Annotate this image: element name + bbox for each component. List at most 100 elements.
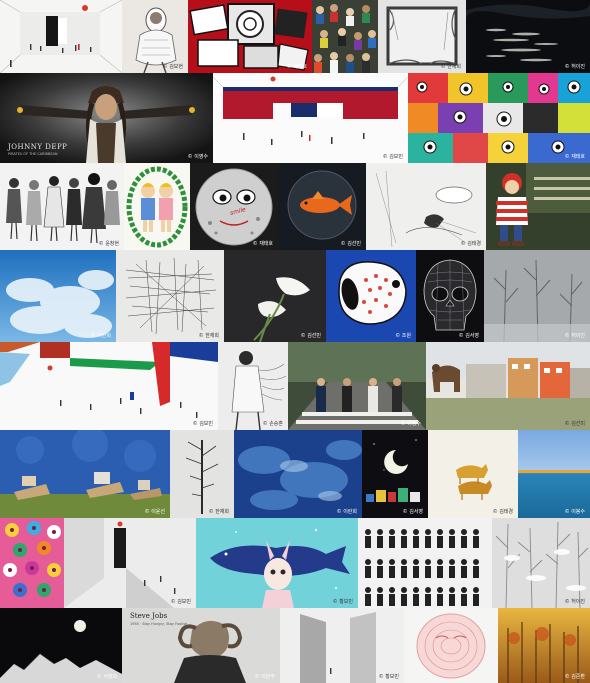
artwork-credit: © 이완주 bbox=[254, 674, 275, 680]
artwork-credit: © 윤창현 bbox=[98, 241, 119, 247]
artwork-tile-fashion-figures[interactable]: © 윤창현 bbox=[0, 163, 124, 250]
artwork-credit: © 이윤선 bbox=[144, 509, 165, 515]
artwork-flower-pattern-image bbox=[0, 518, 64, 608]
artwork-tile-deep-blue[interactable]: © 이란희 bbox=[234, 430, 362, 518]
artwork-tile-pop-faces[interactable]: © 재태호 bbox=[408, 73, 590, 163]
artwork-figure-rows-image bbox=[358, 518, 492, 608]
artwork-credit: © 허이진 bbox=[564, 333, 585, 339]
artwork-credit: © 한재희 bbox=[208, 509, 229, 515]
artwork-tile-crowd[interactable] bbox=[312, 0, 378, 73]
artwork-tile-snow-forest[interactable]: © 허이진 bbox=[492, 518, 590, 608]
artwork-whale-girl-image bbox=[196, 518, 358, 608]
artwork-white-room-image bbox=[0, 0, 122, 73]
artwork-tile-red-collage[interactable]: © 재태호 bbox=[188, 0, 312, 73]
artwork-tile-bird-sketch[interactable]: © 김태경 bbox=[366, 163, 486, 250]
artwork-credit: © 김서영 bbox=[402, 509, 423, 515]
artwork-red-collage-image bbox=[188, 0, 312, 73]
artwork-red-room-image bbox=[213, 73, 408, 163]
artwork-credit: © 재태호 bbox=[564, 154, 585, 160]
artwork-tile-striped-boy[interactable] bbox=[486, 163, 590, 250]
artwork-tile-autumn-forest[interactable]: © 김준환 bbox=[498, 608, 590, 683]
artwork-twins-wreath-image bbox=[124, 163, 190, 250]
artwork-bird-sketch-image bbox=[366, 163, 486, 250]
artwork-crowd-image bbox=[312, 0, 378, 73]
artwork-boats-blue-image bbox=[0, 430, 170, 518]
artwork-tile-calla-lily[interactable]: © 김선민 bbox=[224, 250, 326, 342]
artwork-credit: © 황보민 bbox=[332, 599, 353, 605]
artwork-credit: © 한재희 bbox=[198, 333, 219, 339]
artwork-tile-color-room[interactable]: © 김보민 bbox=[0, 342, 218, 430]
artwork-tile-white-room[interactable] bbox=[0, 0, 122, 73]
artwork-credit: © 재태호 bbox=[286, 64, 307, 70]
artwork-credit: © 김선민 bbox=[340, 241, 361, 247]
artwork-tile-crossing[interactable]: © 이영수 bbox=[288, 342, 426, 430]
artwork-tile-figure-rows[interactable] bbox=[358, 518, 492, 608]
artwork-title-text: JOHNNY DEPP bbox=[8, 143, 68, 151]
artwork-credit: © 김태경 bbox=[460, 241, 481, 247]
artwork-pink-face-image bbox=[404, 608, 498, 683]
artwork-credit: © 김태경 bbox=[492, 509, 513, 515]
artwork-tile-ink-tree[interactable]: © 한재희 bbox=[170, 430, 234, 518]
artwork-credit: © 이란희 bbox=[90, 333, 111, 339]
artwork-crossing-image bbox=[288, 342, 426, 430]
artwork-credit: © 김선미 bbox=[564, 421, 585, 427]
artwork-cartoon-eyes-image bbox=[190, 163, 278, 250]
artwork-tile-horse-houses[interactable]: © 김선미 bbox=[426, 342, 590, 430]
artwork-color-room-image bbox=[0, 342, 218, 430]
artwork-sea-horizon-image bbox=[518, 430, 590, 518]
artwork-credit: © 손승혼 bbox=[262, 421, 283, 427]
artwork-tile-mesh-skull[interactable]: © 김서영 bbox=[416, 250, 484, 342]
artwork-tile-moon-night[interactable]: © 김서영 bbox=[362, 430, 428, 518]
artwork-moon-night-image bbox=[362, 430, 428, 518]
artwork-credit: © 이란희 bbox=[336, 509, 357, 515]
artwork-subtitle-text: PIRATES OF THE CARIBBEAN bbox=[8, 152, 58, 156]
artwork-credit: © 황보민 bbox=[378, 674, 399, 680]
artwork-credit: © 서영희 bbox=[96, 674, 117, 680]
artwork-credit: © 김보민 bbox=[382, 154, 403, 160]
artwork-credit: © 김서영 bbox=[458, 333, 479, 339]
artwork-tile-goldfish[interactable]: © 김선민 bbox=[278, 163, 366, 250]
artwork-credit: © 이영수 bbox=[187, 154, 208, 160]
artwork-tile-golden-dogs[interactable]: © 김태경 bbox=[428, 430, 518, 518]
artwork-tile-shadow-room[interactable]: © 김보민 bbox=[64, 518, 196, 608]
artwork-golden-dogs-image bbox=[428, 430, 518, 518]
artwork-winter-trees-image bbox=[484, 250, 590, 342]
artwork-tile-cartoon-eyes[interactable]: smile © 재태호 bbox=[190, 163, 278, 250]
artwork-snoopy-dots-image bbox=[326, 250, 416, 342]
artwork-tile-twins-wreath[interactable] bbox=[124, 163, 190, 250]
artwork-autumn-forest-image bbox=[498, 608, 590, 683]
artwork-tile-sea-horizon[interactable]: © 이봉수 bbox=[518, 430, 590, 518]
artwork-tile-snoopy-dots[interactable]: © 조원 bbox=[326, 250, 416, 342]
artwork-tile-lace-figure[interactable]: © 김보현 bbox=[122, 0, 188, 73]
artwork-ink-tree-image bbox=[170, 430, 234, 518]
artwork-tile-feather-figure[interactable]: © 손승혼 bbox=[218, 342, 288, 430]
artwork-tile-flower-pattern[interactable] bbox=[0, 518, 64, 608]
artwork-tile-blue-clouds[interactable]: © 이란희 bbox=[0, 250, 116, 342]
artwork-tile-ram-jobs[interactable]: Steve Jobs 1955 · Stay Hungry, Stay Fool… bbox=[122, 608, 280, 683]
artwork-credit: © 이영수 bbox=[400, 421, 421, 427]
artwork-goldfish-image bbox=[278, 163, 366, 250]
artwork-mesh-skull-image bbox=[416, 250, 484, 342]
artwork-tile-moon-mountain[interactable]: © 서영희 bbox=[0, 608, 122, 683]
artwork-tile-pirate-portrait[interactable]: JOHNNY DEPP PIRATES OF THE CARIBBEAN © 이… bbox=[0, 73, 213, 163]
artwork-tile-whale-girl[interactable]: © 황보민 bbox=[196, 518, 358, 608]
artwork-tile-night-water[interactable]: © 허이진 bbox=[466, 0, 590, 73]
artwork-tile-line-scribble[interactable]: © 한재희 bbox=[116, 250, 224, 342]
artwork-tile-red-room[interactable]: © 김보민 bbox=[213, 73, 408, 163]
artwork-tile-gray-walls[interactable]: © 황보민 bbox=[280, 608, 404, 683]
artwork-tile-pink-face[interactable] bbox=[404, 608, 498, 683]
artwork-credit: © 김보현 bbox=[162, 64, 183, 70]
artwork-credit: © 한재희 bbox=[440, 64, 461, 70]
artwork-lace-figure-image bbox=[122, 0, 188, 73]
artwork-moon-mountain-image bbox=[0, 608, 122, 683]
artwork-feather-figure-image bbox=[218, 342, 288, 430]
artwork-tile-gray-frame[interactable]: © 한재희 bbox=[378, 0, 466, 73]
artwork-tile-winter-trees[interactable]: © 허이진 bbox=[484, 250, 590, 342]
artwork-line-scribble-image bbox=[116, 250, 224, 342]
artwork-tile-boats-blue[interactable]: © 이윤선 bbox=[0, 430, 170, 518]
artwork-gray-frame-image bbox=[378, 0, 466, 73]
artwork-striped-boy-image bbox=[486, 163, 590, 250]
artwork-snow-forest-image bbox=[492, 518, 590, 608]
artwork-credit: © 김선민 bbox=[300, 333, 321, 339]
artwork-credit: © 재태호 bbox=[252, 241, 273, 247]
